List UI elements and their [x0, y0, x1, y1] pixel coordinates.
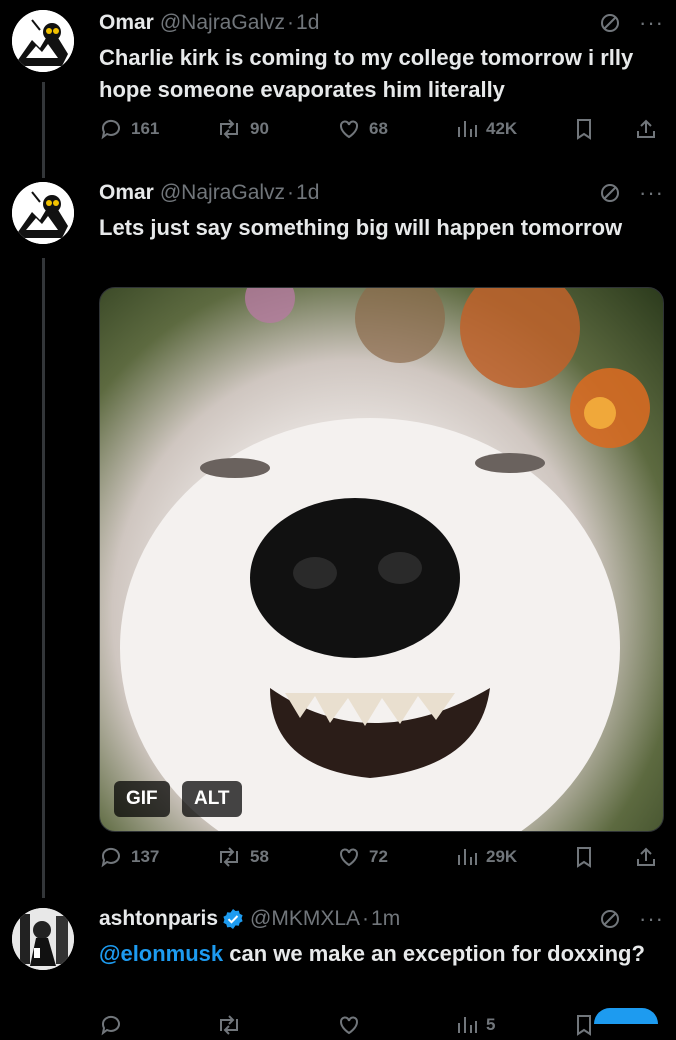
display-name[interactable]: ashtonparis: [99, 907, 218, 931]
reply-button[interactable]: [99, 1013, 123, 1037]
bookmark-icon: [577, 119, 591, 140]
separator-dot: ·: [287, 181, 295, 204]
tweet-header: Omar @NajraGalvz · 1d ···: [99, 176, 664, 210]
timestamp[interactable]: 1m: [371, 907, 400, 931]
like-count: 72: [369, 847, 388, 866]
reply-icon: [101, 1015, 120, 1036]
views-button[interactable]: 29K: [456, 845, 517, 869]
tweet-text: Charlie kirk is coming to my college tom…: [99, 45, 634, 102]
mention-link[interactable]: @elonmusk: [99, 941, 223, 966]
share-button[interactable]: [634, 117, 658, 141]
no-entry-icon: [601, 910, 620, 928]
bookmark-button[interactable]: [573, 1013, 595, 1037]
reply-button[interactable]: 161: [99, 117, 159, 141]
user-handle[interactable]: @NajraGalvz: [160, 11, 285, 35]
reply-button[interactable]: 137: [99, 845, 159, 869]
gif-badge: GIF: [114, 781, 170, 817]
more-icon[interactable]: ···: [639, 10, 664, 36]
bookmark-icon: [577, 1015, 591, 1036]
display-name[interactable]: Omar: [99, 181, 154, 205]
share-button[interactable]: [634, 845, 658, 869]
views-count: 29K: [486, 847, 518, 866]
views-button[interactable]: 42K: [456, 117, 517, 141]
more-icon[interactable]: ···: [639, 906, 664, 932]
repost-count: 58: [250, 847, 269, 866]
tweet-text-body: can we make an exception for doxxing?: [223, 941, 645, 966]
repost-icon: [220, 847, 238, 867]
like-button[interactable]: 68: [337, 117, 388, 141]
tweet-text: @elonmusk can we make an exception for d…: [99, 938, 660, 970]
views-icon: [458, 1017, 477, 1033]
bookmark-button[interactable]: [573, 117, 595, 141]
avatar[interactable]: [12, 182, 74, 244]
views-icon: [458, 849, 477, 865]
tweet-3[interactable]: ashtonparis @MKMXLA · 1m ··· @elonmusk c…: [0, 902, 676, 1036]
alt-text-button[interactable]: ALT: [182, 781, 242, 817]
reply-count: 137: [131, 847, 160, 866]
share-icon: [637, 119, 655, 138]
timestamp[interactable]: 1d: [296, 181, 319, 205]
bookmark-button[interactable]: [573, 845, 595, 869]
share-icon: [637, 847, 655, 866]
separator-dot: ·: [287, 11, 295, 34]
user-handle[interactable]: @NajraGalvz: [160, 181, 285, 205]
action-bar: 161 90 68 42K: [99, 114, 664, 144]
no-entry-icon: [601, 14, 620, 32]
action-bar: 137 58 72 29K: [99, 842, 664, 872]
like-button[interactable]: [337, 1013, 361, 1037]
repost-button[interactable]: [216, 1013, 242, 1037]
views-button[interactable]: 5: [456, 1013, 495, 1037]
views-icon: [458, 121, 477, 137]
dog-gif-image: [120, 288, 650, 831]
tweet-text: Lets just say something big will happen …: [99, 215, 623, 240]
compose-button[interactable]: [594, 1008, 658, 1024]
repost-icon: [220, 119, 238, 139]
repost-icon: [220, 1015, 238, 1035]
more-icon[interactable]: ···: [639, 180, 664, 206]
views-count: 42K: [486, 119, 518, 138]
separator-dot: ·: [362, 907, 370, 930]
bookmark-icon: [577, 847, 591, 868]
reply-icon: [101, 119, 120, 140]
views-count: 5: [486, 1015, 496, 1034]
tweet-1[interactable]: Omar @NajraGalvz · 1d ··· Charlie kirk i…: [0, 6, 676, 156]
user-handle[interactable]: @MKMXLA: [250, 907, 360, 931]
reply-icon: [101, 847, 120, 868]
avatar[interactable]: [12, 10, 74, 72]
gif-media[interactable]: GIF ALT: [99, 287, 664, 832]
like-icon: [340, 1016, 358, 1035]
timestamp[interactable]: 1d: [296, 11, 319, 35]
reply-count: 161: [131, 119, 160, 138]
repost-button[interactable]: 58: [216, 845, 269, 869]
display-name[interactable]: Omar: [99, 11, 154, 35]
verified-icon: [223, 909, 243, 929]
repost-count: 90: [250, 119, 269, 138]
repost-button[interactable]: 90: [216, 117, 269, 141]
tweet-header: Omar @NajraGalvz · 1d ···: [99, 6, 664, 40]
like-button[interactable]: 72: [337, 845, 388, 869]
like-icon: [340, 848, 358, 867]
like-count: 68: [369, 119, 388, 138]
action-bar: 5: [99, 1010, 664, 1040]
avatar[interactable]: [12, 908, 74, 970]
no-entry-icon: [601, 184, 620, 202]
like-icon: [340, 120, 358, 139]
tweet-header: ashtonparis @MKMXLA · 1m ···: [99, 902, 664, 936]
